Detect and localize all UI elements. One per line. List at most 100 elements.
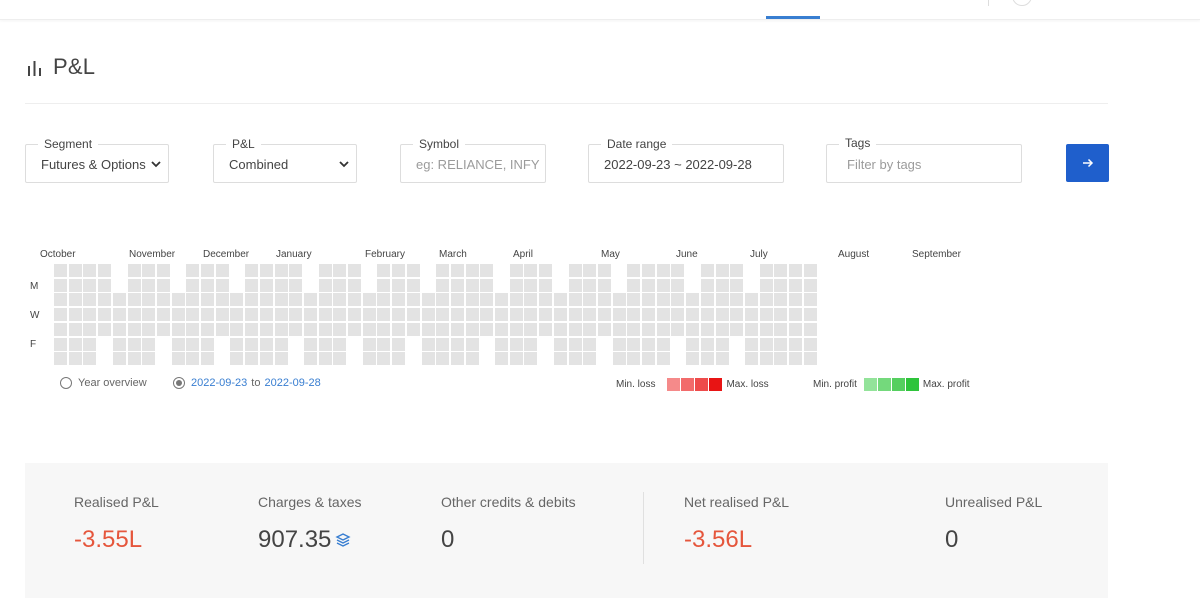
heatmap-day-cell[interactable] [715, 308, 729, 322]
heatmap-day-cell[interactable] [274, 308, 288, 322]
heatmap-day-cell[interactable] [259, 322, 273, 336]
heatmap-day-cell[interactable] [656, 264, 670, 277]
heatmap-day-cell[interactable] [98, 308, 112, 322]
heatmap-day-cell[interactable] [421, 337, 435, 351]
heatmap-day-cell[interactable] [671, 264, 685, 277]
heatmap-day-cell[interactable] [348, 322, 361, 336]
heatmap-day-cell[interactable] [597, 293, 611, 307]
heatmap-day-cell[interactable] [333, 278, 347, 292]
heatmap-day-cell[interactable] [406, 293, 420, 307]
heatmap-day-cell[interactable] [744, 293, 758, 307]
heatmap-day-cell[interactable] [54, 322, 67, 336]
heatmap-day-cell[interactable] [612, 322, 626, 336]
heatmap-day-cell[interactable] [421, 322, 435, 336]
heatmap-day-cell[interactable] [789, 278, 802, 292]
heatmap-day-cell[interactable] [583, 293, 597, 307]
heatmap-day-cell[interactable] [54, 352, 67, 366]
heatmap-day-cell[interactable] [568, 293, 582, 307]
heatmap-day-cell[interactable] [671, 278, 685, 292]
heatmap-day-cell[interactable] [656, 352, 670, 366]
heatmap-day-cell[interactable] [480, 322, 494, 336]
heatmap-day-cell[interactable] [627, 337, 641, 351]
heatmap-day-cell[interactable] [480, 293, 494, 307]
range-to-link[interactable]: 2022-09-28 [264, 377, 320, 389]
heatmap-day-cell[interactable] [759, 278, 773, 292]
heatmap-day-cell[interactable] [186, 352, 200, 366]
heatmap-day-cell[interactable] [112, 293, 126, 307]
heatmap-day-cell[interactable] [730, 322, 744, 336]
heatmap-day-cell[interactable] [259, 264, 273, 277]
heatmap-day-cell[interactable] [83, 308, 97, 322]
heatmap-day-cell[interactable] [656, 278, 670, 292]
heatmap-day-cell[interactable] [524, 352, 538, 366]
layers-icon[interactable] [335, 532, 351, 548]
heatmap-day-cell[interactable] [450, 264, 464, 277]
heatmap-day-cell[interactable] [274, 264, 288, 277]
heatmap-day-cell[interactable] [274, 352, 288, 366]
heatmap-day-cell[interactable] [656, 308, 670, 322]
heatmap-day-cell[interactable] [803, 278, 817, 292]
heatmap-day-cell[interactable] [627, 293, 641, 307]
heatmap-day-cell[interactable] [377, 293, 391, 307]
heatmap-day-cell[interactable] [700, 264, 714, 277]
heatmap-day-cell[interactable] [509, 293, 523, 307]
heatmap-day-cell[interactable] [495, 322, 508, 336]
heatmap-day-cell[interactable] [612, 337, 626, 351]
heatmap-day-cell[interactable] [715, 264, 729, 277]
heatmap-day-cell[interactable] [627, 278, 641, 292]
heatmap-day-cell[interactable] [524, 337, 538, 351]
heatmap-day-cell[interactable] [201, 278, 214, 292]
heatmap-day-cell[interactable] [759, 322, 773, 336]
heatmap-day-cell[interactable] [245, 322, 259, 336]
heatmap-day-cell[interactable] [686, 308, 700, 322]
heatmap-day-cell[interactable] [759, 264, 773, 277]
heatmap-day-cell[interactable] [127, 264, 141, 277]
heatmap-day-cell[interactable] [156, 264, 170, 277]
heatmap-day-cell[interactable] [303, 308, 317, 322]
heatmap-day-cell[interactable] [509, 308, 523, 322]
heatmap-day-cell[interactable] [215, 278, 229, 292]
heatmap-day-cell[interactable] [127, 278, 141, 292]
heatmap-day-cell[interactable] [377, 322, 391, 336]
heatmap-day-cell[interactable] [98, 293, 112, 307]
heatmap-day-cell[interactable] [803, 293, 817, 307]
heatmap-day-cell[interactable] [171, 322, 185, 336]
heatmap-day-cell[interactable] [774, 308, 788, 322]
heatmap-day-cell[interactable] [553, 337, 567, 351]
heatmap-day-cell[interactable] [803, 322, 817, 336]
heatmap-day-cell[interactable] [392, 352, 406, 366]
heatmap-day-cell[interactable] [656, 293, 670, 307]
heatmap-day-cell[interactable] [142, 308, 156, 322]
heatmap-day-cell[interactable] [68, 278, 82, 292]
heatmap-day-cell[interactable] [465, 308, 479, 322]
heatmap-day-cell[interactable] [553, 308, 567, 322]
heatmap-day-cell[interactable] [744, 352, 758, 366]
heatmap-day-cell[interactable] [774, 278, 788, 292]
heatmap-day-cell[interactable] [112, 308, 126, 322]
heatmap-day-cell[interactable] [259, 308, 273, 322]
heatmap-day-cell[interactable] [259, 337, 273, 351]
heatmap-day-cell[interactable] [730, 293, 744, 307]
symbol-input[interactable]: Symbol eg: RELIANCE, INFY [400, 137, 546, 183]
heatmap-day-cell[interactable] [68, 337, 82, 351]
heatmap-day-cell[interactable] [98, 278, 112, 292]
heatmap-day-cell[interactable] [215, 322, 229, 336]
heatmap-day-cell[interactable] [700, 322, 714, 336]
heatmap-day-cell[interactable] [127, 308, 141, 322]
heatmap-day-cell[interactable] [201, 352, 214, 366]
heatmap-day-cell[interactable] [318, 322, 332, 336]
heatmap-day-cell[interactable] [450, 278, 464, 292]
heatmap-day-cell[interactable] [642, 322, 655, 336]
heatmap-day-cell[interactable] [171, 352, 185, 366]
heatmap-day-cell[interactable] [83, 337, 97, 351]
heatmap-day-cell[interactable] [98, 264, 112, 277]
heatmap-day-cell[interactable] [333, 352, 347, 366]
heatmap-day-cell[interactable] [568, 308, 582, 322]
heatmap-day-cell[interactable] [700, 278, 714, 292]
heatmap-day-cell[interactable] [289, 278, 303, 292]
heatmap-day-cell[interactable] [480, 264, 494, 277]
heatmap-day-cell[interactable] [789, 293, 802, 307]
heatmap-day-cell[interactable] [450, 322, 464, 336]
heatmap-day-cell[interactable] [612, 308, 626, 322]
heatmap-day-cell[interactable] [259, 293, 273, 307]
